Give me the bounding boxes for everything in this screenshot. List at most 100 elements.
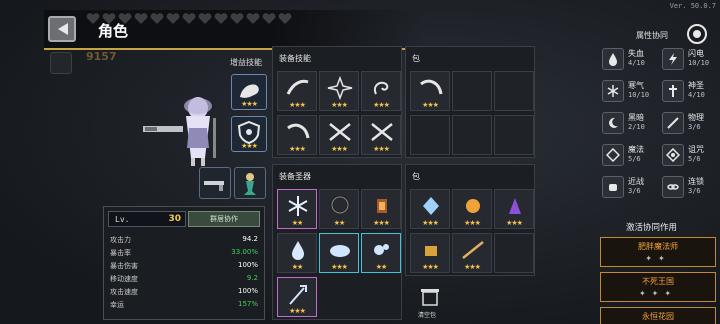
attribute-value: 3/6 [628, 187, 641, 195]
stat-row: 移动速度 9.2 [110, 274, 258, 286]
attribute-magic[interactable]: 魔法 5/6 [602, 142, 658, 170]
equipped-relics-title: 装备圣器 [279, 172, 311, 181]
skill-slot[interactable]: ★★★ [277, 115, 317, 155]
synergy-icons: ✦✦ [645, 254, 671, 263]
bag-skills-panel: 包 ★★★ [405, 46, 535, 158]
bag-slot-empty[interactable] [410, 115, 450, 155]
skill-slot[interactable]: ★★★ [361, 71, 401, 111]
box-icon [425, 246, 437, 256]
inventory-icon[interactable] [50, 52, 72, 74]
spear-icon [462, 241, 484, 259]
stat-row: 幸运 157% [110, 300, 258, 312]
synergy-card[interactable]: 永恒花园 [600, 307, 716, 324]
attribute-name: 魔法 [628, 145, 644, 154]
slot-stars: ★★★ [289, 145, 306, 153]
stat-value: 94.2 [242, 235, 258, 243]
synergy-name: 肥胖魔法师 [638, 242, 678, 251]
stat-row: 暴击率 33.00% [110, 248, 258, 260]
heart-icon [278, 13, 292, 24]
synergy-card[interactable]: 不死王国 ✦✦✦ [600, 272, 716, 302]
slot-stars: ★★★ [373, 145, 390, 153]
attribute-dark[interactable]: 黑暗 2/10 [602, 110, 658, 138]
bag-slot[interactable]: ★★★ [494, 189, 534, 229]
slot-stars: ★★★ [331, 145, 348, 153]
purple-shard-icon [509, 198, 521, 214]
mermaid-icon [244, 173, 256, 195]
physical-icon [662, 112, 684, 134]
attribute-holy[interactable]: 神圣 4/10 [662, 78, 718, 106]
skill-slot[interactable]: ★★★ [319, 71, 359, 111]
bag-skills-title: 包 [412, 54, 420, 63]
bag-slot[interactable]: ★★★ [452, 233, 492, 273]
attribute-name: 失血 [628, 49, 644, 58]
chain-icon [662, 176, 684, 198]
skill-slot[interactable]: ★★★ [361, 115, 401, 155]
relic-slot[interactable]: ★★ [277, 233, 317, 273]
attribute-curse[interactable]: 诅咒 5/6 [662, 142, 718, 170]
heart-icon [262, 13, 276, 24]
gold-count: 9157 [86, 50, 117, 63]
attribute-lightning[interactable]: 闪电 10/10 [662, 46, 718, 74]
bag-relics-panel: 包 ★★★ ★★★ ★★★ ★★★ ★★★ [405, 164, 535, 276]
blood-icon [602, 48, 624, 70]
attribute-name: 闪电 [688, 49, 704, 58]
heart-icon [150, 13, 164, 24]
attribute-blood[interactable]: 失血 4/10 [602, 46, 658, 74]
slot-stars: ★★★ [373, 219, 390, 227]
relic-slot[interactable]: ★★ [319, 189, 359, 229]
bag-slot[interactable]: ★★★ [410, 189, 450, 229]
bag-slot-empty[interactable] [494, 233, 534, 273]
slot-stars: ★★★ [464, 219, 481, 227]
team-cooperation-button[interactable]: 群居协作 [188, 211, 260, 227]
bag-slot-empty[interactable] [452, 115, 492, 155]
weapon-slot[interactable] [199, 167, 231, 199]
stat-row: 攻击力 94.2 [110, 235, 258, 247]
synergy-name: 不死王国 [642, 277, 674, 286]
attribute-name: 近战 [628, 177, 644, 186]
snowflake-icon [288, 196, 308, 216]
trash-icon[interactable] [419, 288, 441, 306]
relic-slot[interactable]: ★★★ [319, 233, 359, 273]
bag-slot[interactable]: ★★★ [410, 233, 450, 273]
slot-stars: ★★★ [422, 101, 439, 109]
equipped-relics-panel: 装备圣器 ★★ ★★ ★★★ ★★ ★★★ ★★ ★★★ [272, 164, 402, 320]
heart-icon [246, 13, 260, 24]
skill-slot[interactable]: ★★★ [319, 115, 359, 155]
heart-icon [182, 13, 196, 24]
attribute-physical[interactable]: 物理 3/6 [662, 110, 718, 138]
bag-slot-empty[interactable] [494, 115, 534, 155]
slot-stars: ★★★ [289, 101, 306, 109]
heart-icon [230, 13, 244, 24]
stat-label: 攻击力 [110, 236, 131, 244]
bag-slot[interactable]: ★★★ [410, 71, 450, 111]
slot-stars: ★★ [291, 263, 304, 271]
relic-slot[interactable]: ★★★ [361, 189, 401, 229]
back-button[interactable] [48, 16, 76, 42]
attribute-name: 神圣 [688, 81, 704, 90]
slot-stars: ★★★ [464, 263, 481, 271]
target-settings-button[interactable] [687, 24, 707, 44]
attribute-value: 5/6 [628, 155, 641, 163]
fire-orb-icon [466, 199, 480, 213]
attribute-chain[interactable]: 连锁 3/6 [662, 174, 718, 202]
relic-slot[interactable]: ★★ [361, 233, 401, 273]
dark-icon [602, 112, 624, 134]
attribute-name: 黑暗 [628, 113, 644, 122]
slot-stars: ★★ [291, 219, 304, 227]
attribute-melee[interactable]: 近战 3/6 [602, 174, 658, 202]
swirl-icon [374, 81, 389, 95]
bag-slot-empty[interactable] [494, 71, 534, 111]
crystal-icon [423, 197, 439, 215]
pet-slot[interactable] [234, 167, 266, 199]
boost-skill-label: 增益技能 [230, 58, 262, 67]
bag-slot[interactable]: ★★★ [452, 189, 492, 229]
equipped-skills-title: 装备技能 [279, 54, 311, 63]
attribute-frost[interactable]: 寒气 10/10 [602, 78, 658, 106]
synergy-card[interactable]: 肥胖魔法师 ✦✦ [600, 237, 716, 267]
relic-slot[interactable]: ★★★ [277, 277, 317, 317]
lantern-icon [377, 199, 387, 213]
heart-icon [214, 13, 228, 24]
relic-slot[interactable]: ★★ [277, 189, 317, 229]
bag-slot-empty[interactable] [452, 71, 492, 111]
skill-slot[interactable]: ★★★ [277, 71, 317, 111]
